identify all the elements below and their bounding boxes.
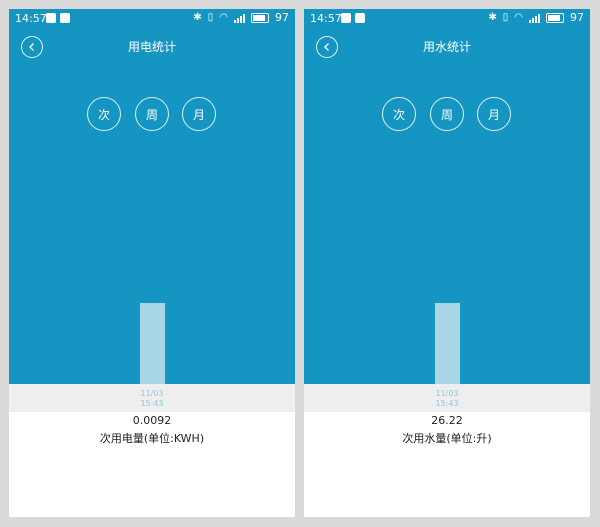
electricity-stats-screen: 14:57 ✱ ▯ ◠ 97 用电统计 次 周 月 11/03 15:43 0.… xyxy=(9,9,295,517)
usage-unit-label: 次用电量(单位:KWH) xyxy=(99,432,205,445)
usage-unit-label: 次用水量(单位:升) xyxy=(402,432,492,445)
water-stats-screen: 14:57 ✱ ▯ ◠ 97 用水统计 次 周 月 11/03 15:43 26… xyxy=(304,9,590,517)
date-label: 11/03 xyxy=(140,389,164,398)
date-axis: 11/03 15:43 xyxy=(304,384,590,412)
watermark-title: 什么值得买 xyxy=(509,481,584,497)
smzdm-logo-icon: 值 xyxy=(473,481,503,511)
usage-value: 26.22 xyxy=(431,414,463,427)
usage-bar[interactable] xyxy=(140,303,165,384)
usage-chart xyxy=(304,9,590,384)
smzdm-watermark: 值 什么值得买 SMZDM.COM xyxy=(473,481,584,511)
watermark-domain: SMZDM.COM xyxy=(509,498,577,508)
time-label: 15:43 xyxy=(435,399,459,408)
date-label: 11/03 xyxy=(435,389,459,398)
usage-chart xyxy=(9,9,295,384)
date-axis: 11/03 15:43 xyxy=(9,384,295,412)
usage-bar[interactable] xyxy=(435,303,460,384)
usage-value: 0.0092 xyxy=(132,414,172,427)
time-label: 15:43 xyxy=(140,399,164,408)
